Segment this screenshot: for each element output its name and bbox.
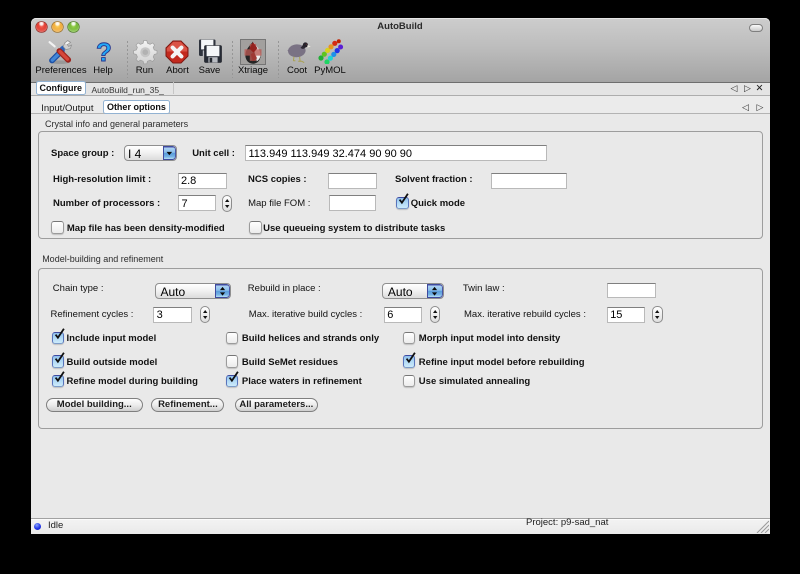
svg-text:?: ? <box>96 39 112 65</box>
